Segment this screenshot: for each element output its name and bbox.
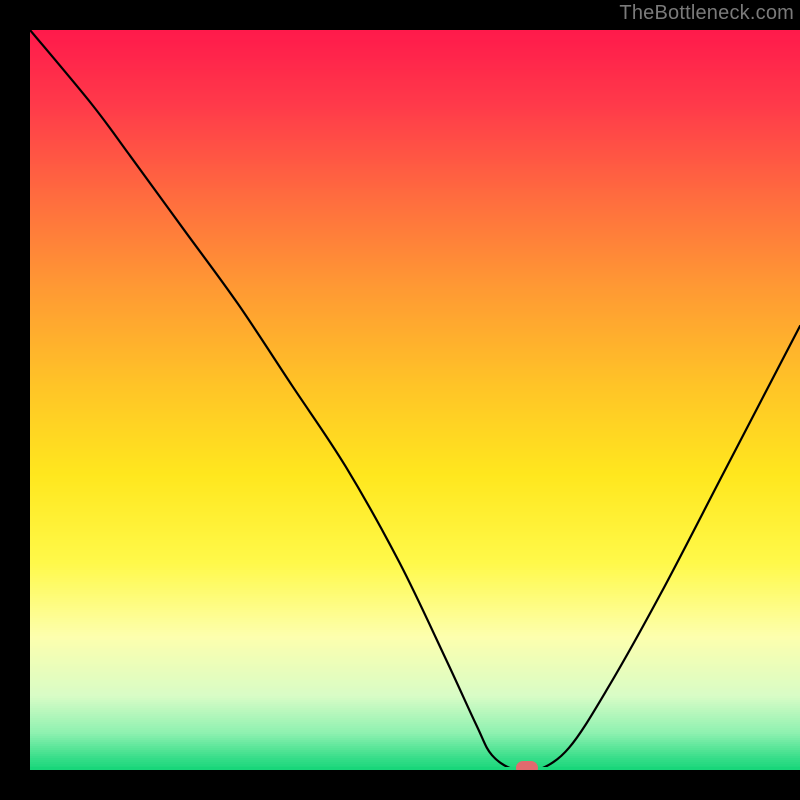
baseline bbox=[30, 767, 800, 770]
plot-area bbox=[30, 30, 800, 770]
optimal-marker bbox=[516, 761, 538, 770]
chart-frame: TheBottleneck.com bbox=[0, 0, 800, 800]
watermark-label: TheBottleneck.com bbox=[619, 2, 794, 25]
bottleneck-curve bbox=[30, 30, 800, 770]
